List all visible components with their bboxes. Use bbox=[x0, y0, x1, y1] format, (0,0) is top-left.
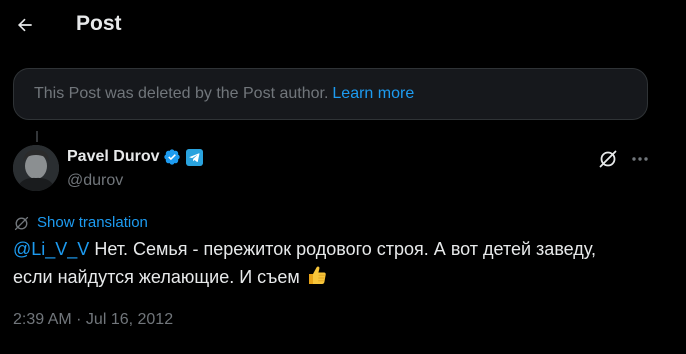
learn-more-link[interactable]: Learn more bbox=[332, 85, 414, 103]
author-name[interactable]: Pavel Durov bbox=[67, 147, 159, 167]
mention-link[interactable]: @Li_V_V bbox=[13, 239, 89, 259]
post-text: @Li_V_V Нет. Семья - пережиток родового … bbox=[13, 235, 653, 291]
grok-translate-icon bbox=[14, 216, 29, 230]
verified-badge-icon[interactable] bbox=[163, 148, 181, 166]
more-options-button[interactable] bbox=[628, 148, 652, 170]
grok-button[interactable] bbox=[597, 148, 619, 170]
post-timestamp[interactable]: 2:39 AM · Jul 16, 2012 bbox=[13, 310, 173, 330]
author-handle[interactable]: @durov bbox=[67, 171, 123, 191]
back-button[interactable] bbox=[8, 8, 42, 42]
thread-connector-line bbox=[36, 131, 38, 142]
show-translation-button[interactable]: Show translation bbox=[13, 213, 148, 233]
telegram-affiliate-icon[interactable] bbox=[186, 148, 204, 166]
deleted-notice-text: This Post was deleted by the Post author… bbox=[34, 85, 329, 102]
post-text-line1: Нет. Семья - пережиток родового строя. А… bbox=[89, 239, 596, 259]
show-translation-label: Show translation bbox=[37, 214, 148, 231]
thumbs-up-emoji-icon bbox=[308, 266, 326, 284]
post-text-line2: если найдутся желающие. И съем bbox=[13, 267, 300, 287]
post-page: Post This Post was deleted by the Post a… bbox=[0, 0, 686, 354]
avatar[interactable] bbox=[13, 145, 59, 191]
author-name-row: Pavel Durov bbox=[67, 147, 204, 167]
header: Post bbox=[0, 0, 686, 50]
page-title: Post bbox=[76, 12, 122, 35]
deleted-post-notice: This Post was deleted by the Post author… bbox=[13, 68, 648, 120]
grok-icon bbox=[599, 150, 617, 168]
more-horizontal-icon bbox=[632, 157, 648, 161]
arrow-left-icon bbox=[17, 18, 32, 32]
avatar-photo bbox=[13, 145, 59, 191]
